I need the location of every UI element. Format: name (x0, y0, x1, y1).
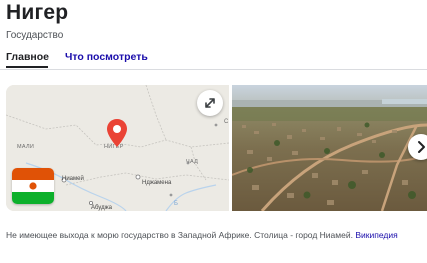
expand-map-button[interactable] (197, 90, 223, 116)
location-pin-icon (107, 119, 127, 147)
entity-subtitle: Государство (6, 30, 64, 41)
map-label-partial-b: Б (174, 201, 179, 207)
description-text: Не имеющее выхода к морю государство в З… (6, 230, 353, 240)
entity-description: Не имеющее выхода к морю государство в З… (6, 230, 416, 241)
tab-what-to-see[interactable]: Что посмотреть (65, 51, 148, 63)
expand-icon (205, 98, 215, 108)
niger-flag-icon (12, 168, 54, 204)
map-label-niamey: Ниамей (62, 176, 84, 182)
next-image-button[interactable] (408, 134, 427, 160)
map-label-mali: МАЛИ (17, 144, 35, 150)
tab-bar: Главное Что посмотреть (0, 48, 427, 70)
map-label-ndjamena: Нджамена (142, 180, 172, 186)
tabs-divider (0, 69, 427, 70)
active-tab-indicator (6, 66, 48, 68)
map-label-chad: ЧАД (186, 159, 199, 165)
wikipedia-link[interactable]: Википедия (355, 230, 397, 240)
flag-image (12, 168, 54, 204)
entity-title: Нигер (6, 1, 69, 24)
map-label-partial-c: С (224, 119, 229, 125)
photo-thumbnail[interactable] (232, 85, 427, 211)
aerial-city-photo (232, 85, 427, 211)
chevron-right-icon (418, 141, 425, 153)
tab-main[interactable]: Главное (6, 51, 49, 63)
map-label-abuja: Абуджа (91, 205, 112, 211)
